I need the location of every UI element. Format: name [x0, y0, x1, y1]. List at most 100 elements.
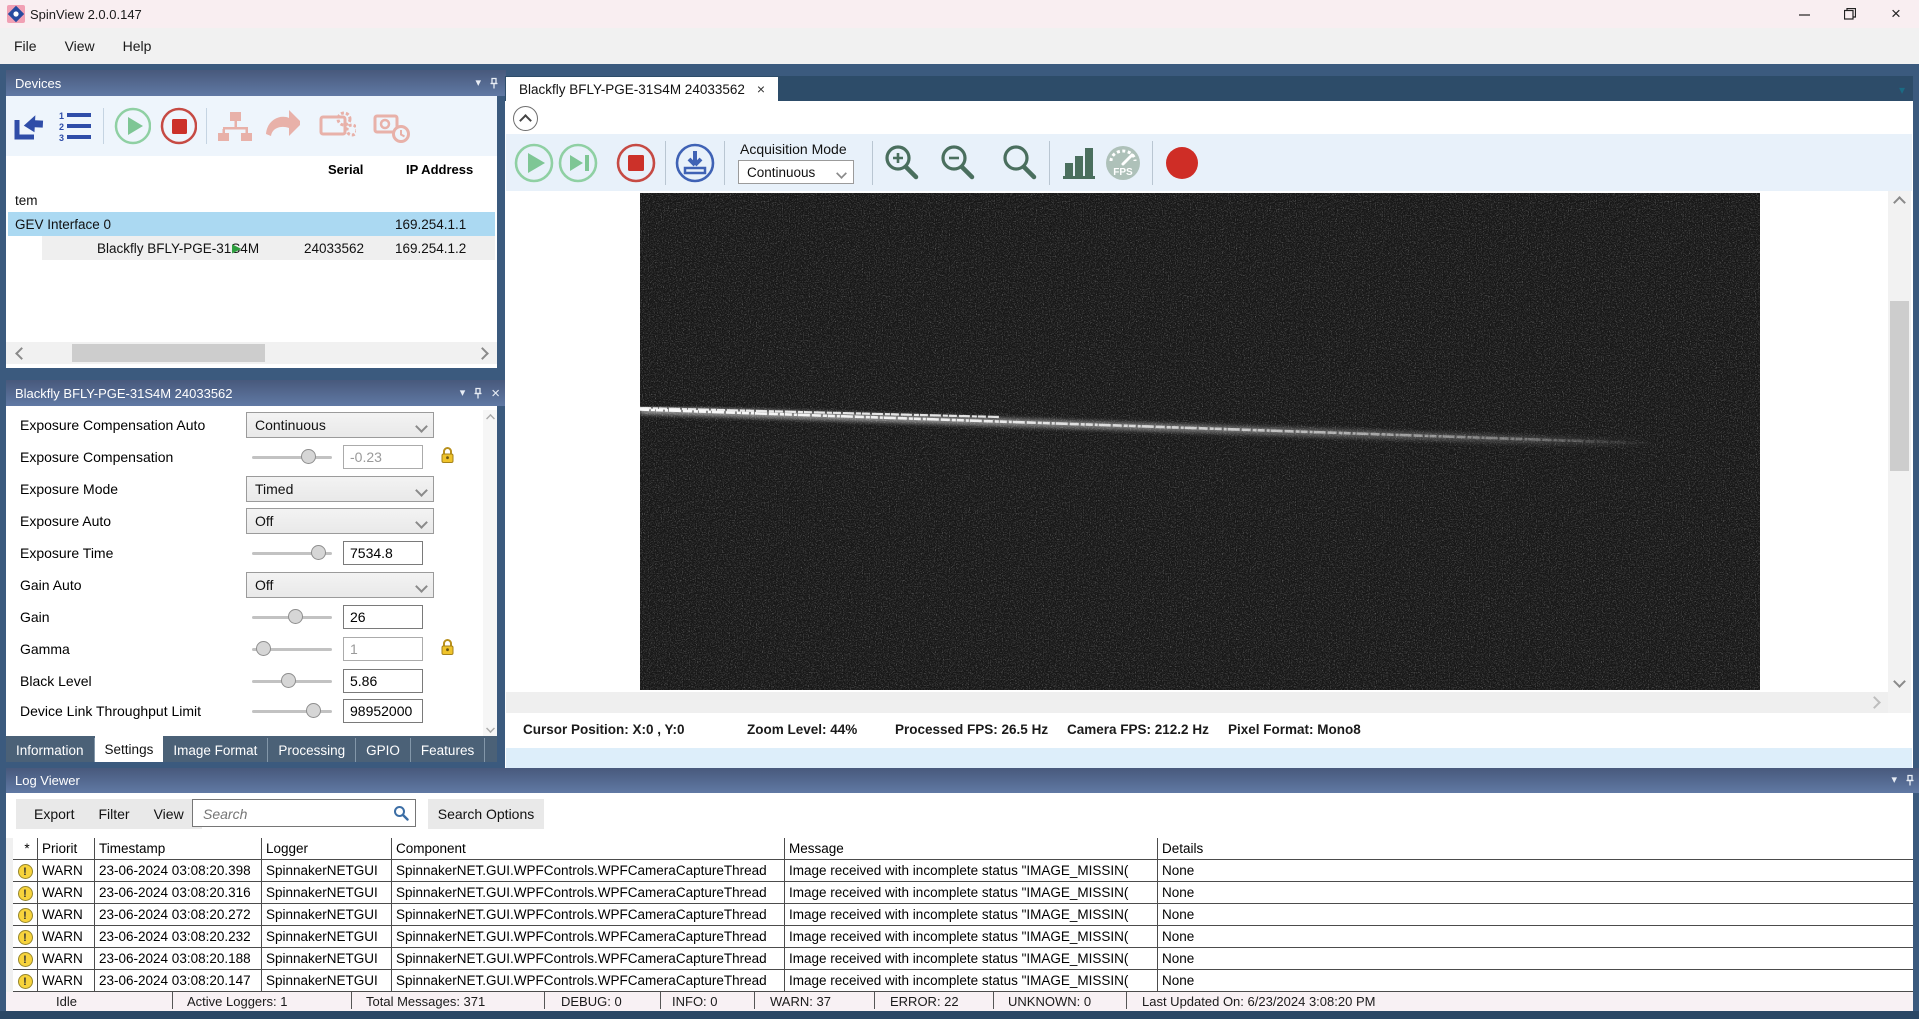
image-vscroll-thumb[interactable] — [1890, 301, 1909, 471]
camera-settings-panel: Blackfly BFLY-PGE-31S4M 24033562 ▾ × Exp… — [6, 380, 497, 762]
tree-row-system-partial[interactable]: tem — [8, 188, 495, 212]
cursor-position-status: Cursor Position: X:0 , Y:0 — [523, 722, 685, 737]
tab-information[interactable]: Information — [6, 738, 95, 762]
tree-row-gev-interface[interactable]: GEV Interface 0 169.254.1.1 — [8, 212, 495, 236]
scroll-right-arrow[interactable] — [1862, 692, 1886, 713]
minimize-button[interactable] — [1781, 0, 1827, 28]
log-menu-view[interactable]: View — [142, 806, 196, 822]
stream-tab-close-icon[interactable]: × — [757, 81, 765, 97]
maximize-button[interactable] — [1827, 0, 1873, 28]
exposure-compensation-input[interactable] — [343, 445, 423, 469]
log-search-box[interactable] — [192, 799, 416, 827]
devices-pin-icon[interactable] — [488, 77, 500, 90]
devices-hscroll-thumb[interactable] — [72, 344, 265, 362]
log-col-message[interactable]: Message — [785, 838, 1158, 860]
exposure-auto-combo[interactable]: Off — [246, 508, 434, 534]
gain-slider[interactable] — [252, 609, 332, 625]
stream-tab[interactable]: Blackfly BFLY-PGE-31S4M 24033562 × — [506, 77, 778, 101]
collapse-toolbar-button[interactable] — [513, 106, 538, 131]
gain-auto-combo[interactable]: Off — [246, 572, 434, 598]
menu-help[interactable]: Help — [109, 38, 166, 54]
image-vscrollbar[interactable] — [1888, 191, 1911, 692]
search-icon[interactable] — [393, 805, 409, 824]
device-link-throughput-input[interactable] — [343, 699, 423, 723]
log-search-input[interactable] — [201, 803, 385, 825]
settings-menu-icon[interactable]: ▾ — [460, 388, 466, 399]
log-col-timestamp[interactable]: Timestamp — [95, 838, 262, 860]
exposure-time-input[interactable] — [343, 541, 423, 565]
exposure-compensation-auto-combo[interactable]: Continuous — [246, 412, 434, 438]
devices-menu-icon[interactable]: ▾ — [475, 78, 481, 89]
scroll-down-arrow[interactable] — [1888, 670, 1911, 692]
start-single-acquisition-button[interactable] — [556, 141, 600, 185]
devices-hscrollbar[interactable] — [6, 342, 497, 364]
black-level-input[interactable] — [343, 669, 423, 693]
log-menu-filter[interactable]: Filter — [86, 806, 141, 822]
gamma-slider[interactable] — [252, 641, 332, 657]
log-table: * Priorit Timestamp Logger Component Mes… — [6, 838, 1913, 992]
log-col-details[interactable]: Details — [1158, 838, 1913, 860]
record-button[interactable] — [1160, 141, 1204, 185]
scroll-right-arrow[interactable] — [469, 342, 495, 364]
settings-close-icon[interactable]: × — [491, 386, 500, 401]
tree-row-camera[interactable]: Blackfly BFLY-PGE-31S4M ▶ 24033562 169.2… — [8, 236, 495, 260]
log-col-logger[interactable]: Logger — [262, 838, 392, 860]
close-window-button[interactable]: × — [1873, 0, 1919, 28]
stop-acquisition-button[interactable] — [614, 141, 658, 185]
histogram-button[interactable] — [1057, 141, 1101, 185]
tab-image-format[interactable]: Image Format — [163, 738, 268, 762]
window-title: SpinView 2.0.0.147 — [30, 7, 142, 22]
log-menu-export[interactable]: Export — [22, 806, 86, 822]
stop-acquisition-devices-button[interactable] — [159, 107, 197, 145]
settings-pin-icon[interactable] — [472, 387, 484, 400]
scroll-left-arrow[interactable] — [8, 342, 34, 364]
image-viewport[interactable] — [506, 191, 1888, 692]
tab-features[interactable]: Features — [411, 738, 485, 762]
log-menu-icon[interactable]: ▾ — [1891, 775, 1897, 786]
settings-vscrollbar[interactable] — [483, 410, 497, 736]
exposure-time-slider[interactable] — [252, 545, 332, 561]
log-menu-group: Export Filter View — [16, 799, 202, 829]
warning-icon: ! — [13, 970, 38, 992]
image-hscrollbar[interactable] — [506, 692, 1888, 713]
fps-display-button[interactable]: FPS — [1101, 141, 1145, 185]
start-acquisition-button[interactable] — [512, 141, 556, 185]
tab-processing[interactable]: Processing — [268, 738, 356, 762]
tab-gpio[interactable]: GPIO — [356, 738, 411, 762]
acquisition-mode-combo[interactable]: Continuous — [738, 160, 854, 184]
refresh-device-list-button[interactable] — [10, 107, 48, 145]
search-options-button[interactable]: Search Options — [428, 799, 544, 829]
gamma-input[interactable] — [343, 637, 423, 661]
processed-fps-status: Processed FPS: 26.5 Hz — [895, 722, 1048, 737]
black-level-slider[interactable] — [252, 673, 332, 689]
warn-count: WARN: 37 — [770, 992, 831, 1011]
chevron-down-icon — [836, 168, 847, 179]
stream-toolbar: Acquisition Mode Continuous FPS — [506, 134, 1912, 191]
unknown-count: UNKNOWN: 0 — [1008, 992, 1091, 1011]
tab-settings[interactable]: Settings — [95, 736, 164, 762]
exposure-mode-combo[interactable]: Timed — [246, 476, 434, 502]
warning-icon: ! — [13, 926, 38, 948]
menu-file[interactable]: File — [0, 38, 51, 54]
zoom-fit-button[interactable] — [998, 141, 1042, 185]
menu-view[interactable]: View — [51, 38, 109, 54]
log-col-component[interactable]: Component — [392, 838, 785, 860]
save-image-button[interactable] — [673, 141, 717, 185]
device-list-view-button[interactable]: 123 — [56, 107, 94, 145]
log-col-star[interactable]: * — [13, 838, 38, 860]
titlebar: SpinView 2.0.0.147 × — [0, 0, 1919, 28]
device-link-throughput-slider[interactable] — [252, 703, 332, 719]
zoom-out-button[interactable] — [936, 141, 980, 185]
scroll-up-arrow[interactable] — [1888, 191, 1911, 213]
log-pin-icon[interactable] — [1904, 774, 1916, 787]
log-col-priority[interactable]: Priorit — [38, 838, 95, 860]
gain-input[interactable] — [343, 605, 423, 629]
zoom-in-button[interactable] — [880, 141, 924, 185]
scroll-corner — [1888, 692, 1911, 713]
exposure-compensation-slider[interactable] — [252, 449, 332, 465]
pixel-format-status: Pixel Format: Mono8 — [1228, 722, 1361, 737]
svg-text:FPS: FPS — [1113, 167, 1133, 178]
tab-list-dropdown-icon[interactable]: ▾ — [1899, 83, 1905, 97]
settings-tabstrip: Information Settings Image Format Proces… — [6, 736, 497, 762]
start-acquisition-devices-button[interactable] — [113, 107, 151, 145]
